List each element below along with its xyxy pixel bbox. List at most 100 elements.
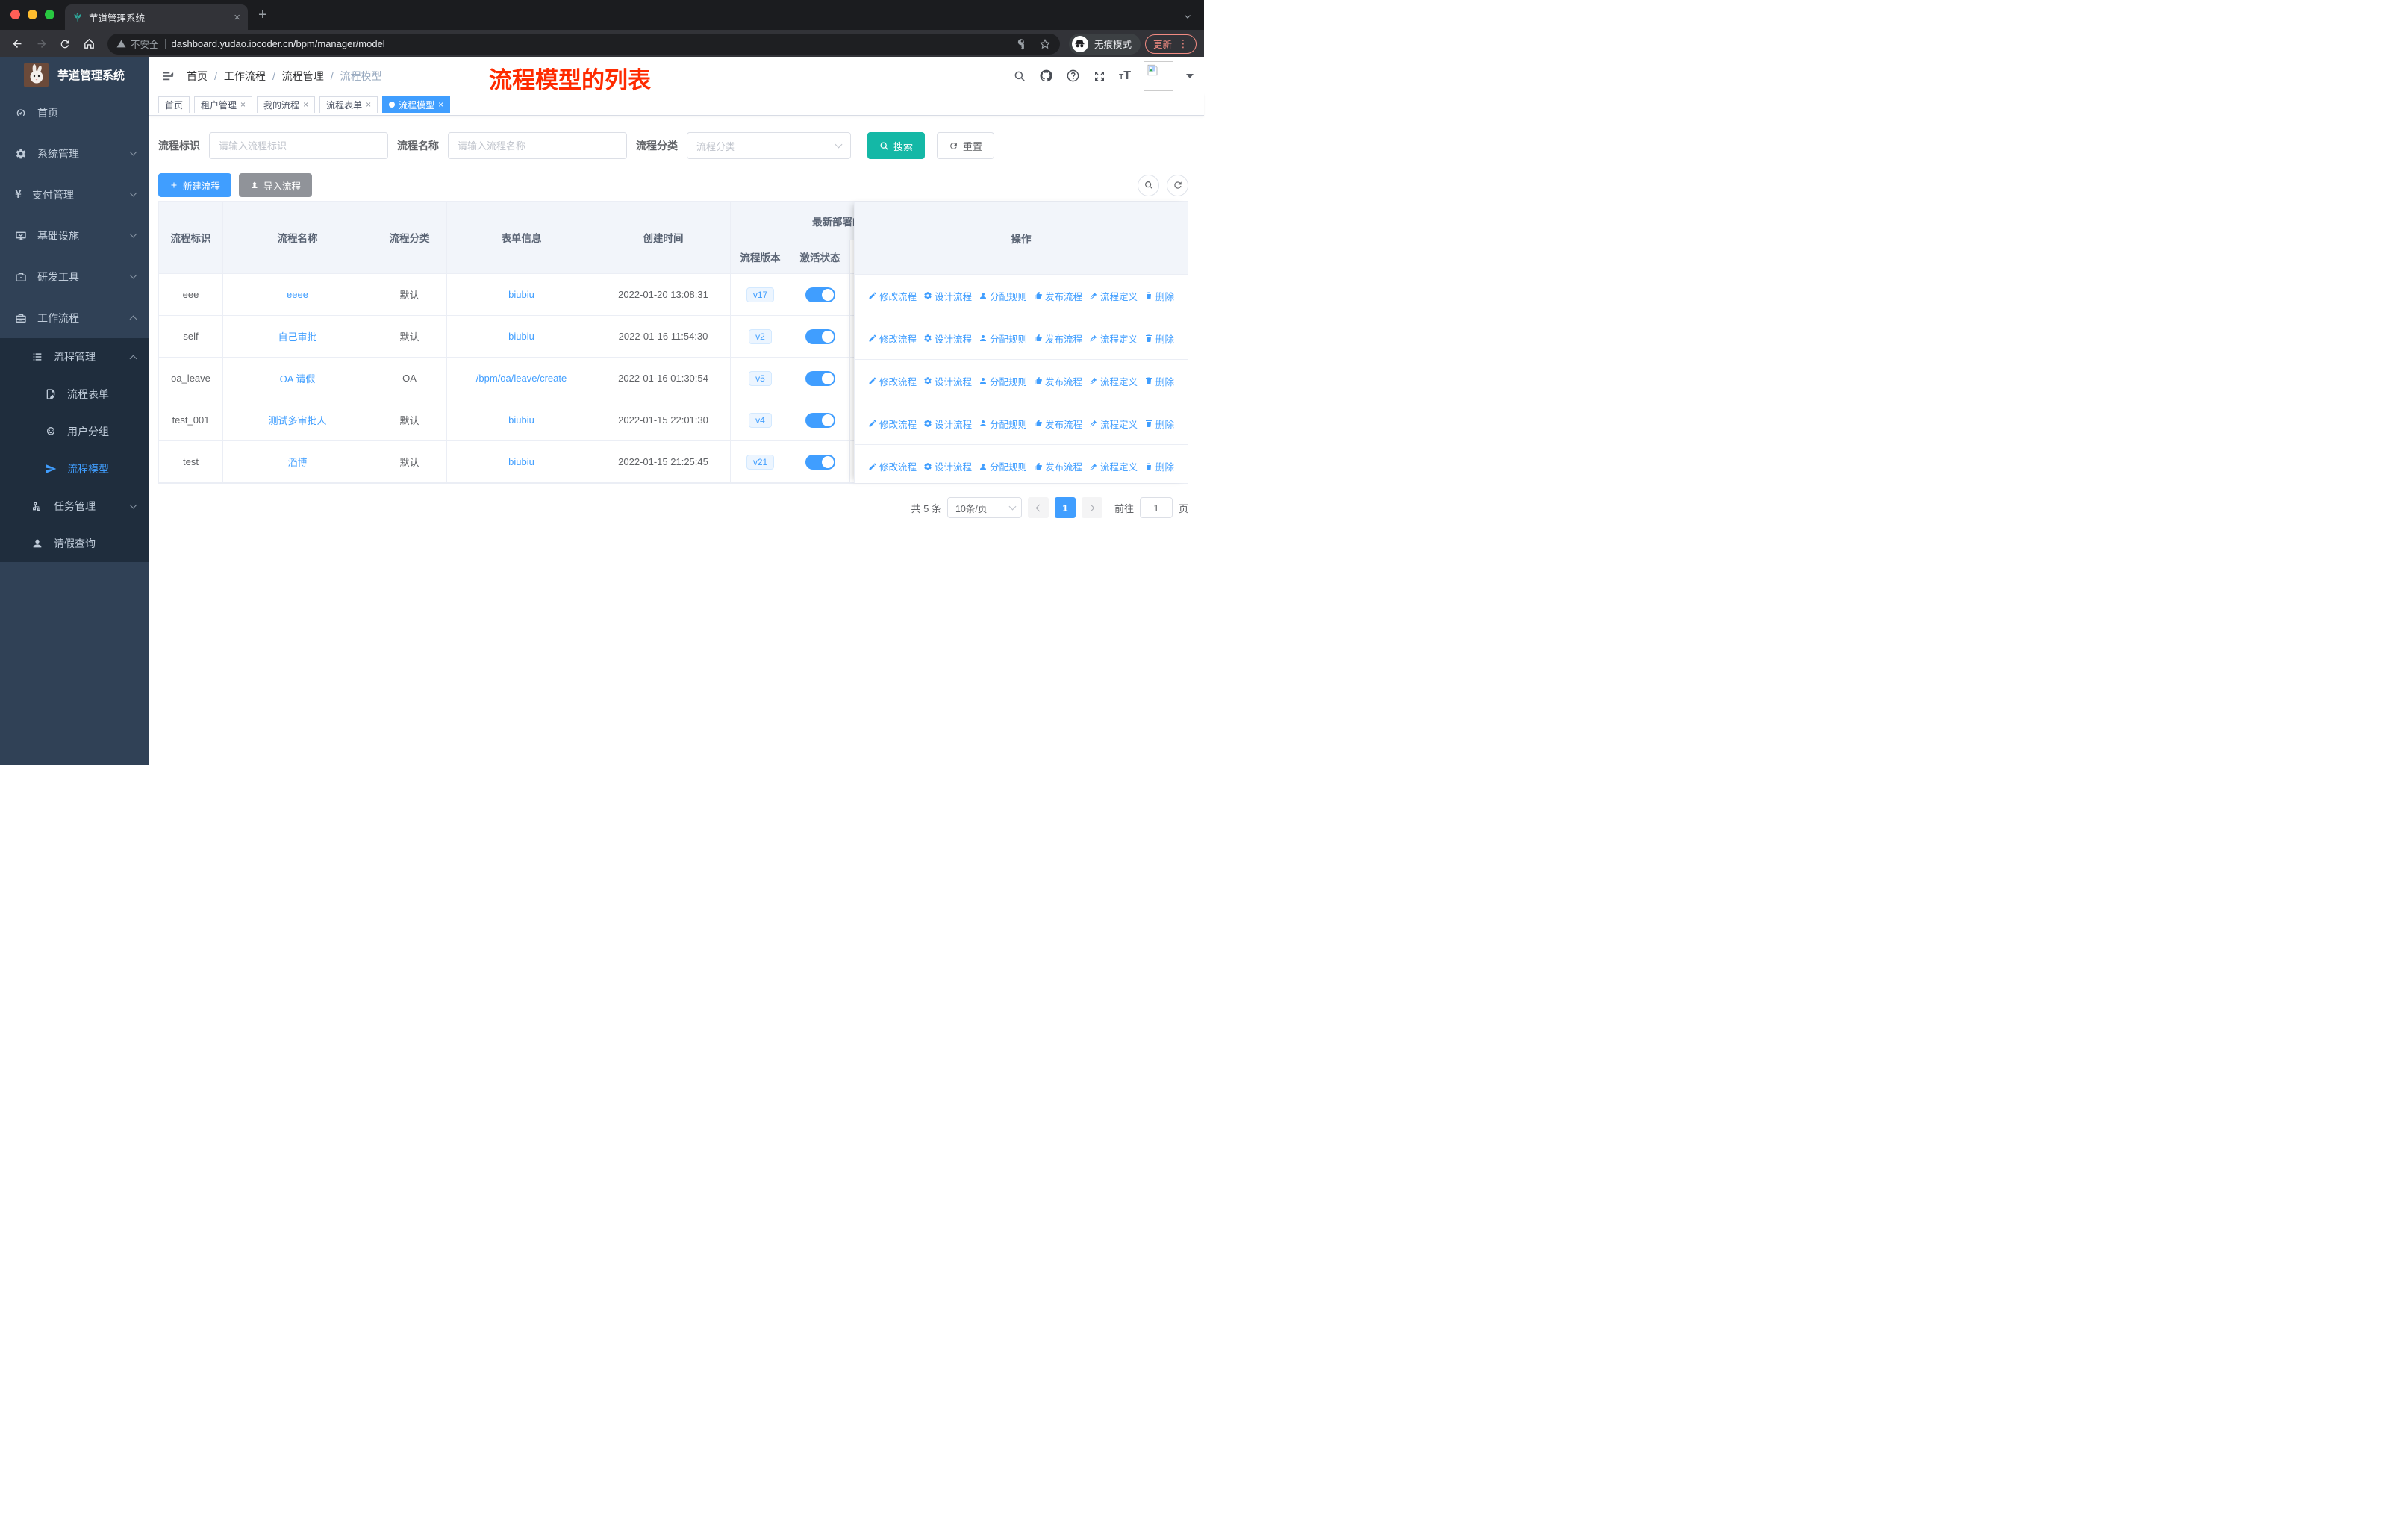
import-process-button[interactable]: 导入流程 bbox=[239, 173, 313, 197]
action-删除[interactable]: 删除 bbox=[1144, 459, 1174, 473]
action-设计流程[interactable]: 设计流程 bbox=[923, 417, 972, 431]
fullscreen-icon[interactable] bbox=[1093, 69, 1106, 83]
tag-close-icon[interactable]: × bbox=[366, 99, 371, 110]
sidebar-item-工作流程[interactable]: 工作流程 bbox=[0, 297, 149, 338]
back-icon[interactable] bbox=[7, 34, 27, 54]
close-window-button[interactable] bbox=[10, 10, 20, 19]
font-size-icon[interactable]: TT bbox=[1119, 69, 1131, 83]
active-toggle[interactable] bbox=[805, 370, 835, 386]
breadcrumb-workflow[interactable]: 工作流程 bbox=[224, 69, 266, 84]
help-icon[interactable] bbox=[1066, 69, 1080, 83]
github-icon[interactable] bbox=[1039, 69, 1053, 83]
action-分配规则[interactable]: 分配规则 bbox=[979, 289, 1027, 303]
active-toggle[interactable] bbox=[805, 412, 835, 428]
avatar-caret-icon[interactable] bbox=[1186, 73, 1194, 78]
version-badge[interactable]: v4 bbox=[749, 412, 772, 428]
filter-name-input[interactable] bbox=[458, 140, 617, 152]
search-button[interactable]: 搜索 bbox=[867, 132, 926, 159]
hide-search-button[interactable] bbox=[1138, 174, 1159, 196]
avatar[interactable] bbox=[1144, 60, 1173, 91]
goto-page-input[interactable] bbox=[1139, 497, 1173, 518]
action-删除[interactable]: 删除 bbox=[1144, 417, 1174, 431]
browser-menu-kebab-icon[interactable]: ⋮ bbox=[1178, 37, 1188, 50]
sidebar-item-流程表单[interactable]: 流程表单 bbox=[0, 376, 149, 413]
tag-close-icon[interactable]: × bbox=[438, 99, 443, 110]
tab-search-chevron-icon[interactable] bbox=[1183, 12, 1192, 21]
collapse-sidebar-icon[interactable] bbox=[155, 63, 181, 89]
tag-流程表单[interactable]: 流程表单 × bbox=[319, 96, 378, 113]
new-tab-button[interactable]: + bbox=[258, 7, 267, 24]
sidebar-item-支付管理[interactable]: ¥ 支付管理 bbox=[0, 174, 149, 215]
tag-我的流程[interactable]: 我的流程 × bbox=[257, 96, 316, 113]
sidebar-item-流程管理[interactable]: 流程管理 bbox=[0, 338, 149, 376]
refresh-button[interactable] bbox=[1167, 174, 1188, 196]
sidebar-item-流程模型[interactable]: 流程模型 bbox=[0, 450, 149, 488]
process-name-link[interactable]: eeee bbox=[287, 289, 308, 300]
sidebar-item-请假查询[interactable]: 请假查询 bbox=[0, 525, 149, 562]
action-修改流程[interactable]: 修改流程 bbox=[868, 459, 917, 473]
action-设计流程[interactable]: 设计流程 bbox=[923, 459, 972, 473]
home-icon[interactable] bbox=[79, 34, 99, 54]
version-badge[interactable]: v2 bbox=[749, 328, 772, 344]
action-修改流程[interactable]: 修改流程 bbox=[868, 417, 917, 431]
form-info-link[interactable]: biubiu bbox=[508, 414, 534, 426]
breadcrumb-process-manage[interactable]: 流程管理 bbox=[282, 69, 324, 84]
form-info-link[interactable]: /bpm/oa/leave/create bbox=[476, 373, 567, 384]
active-toggle[interactable] bbox=[805, 287, 835, 302]
sidebar-item-系统管理[interactable]: 系统管理 bbox=[0, 133, 149, 174]
tag-close-icon[interactable]: × bbox=[303, 99, 308, 110]
version-badge[interactable]: v5 bbox=[749, 370, 772, 386]
action-流程定义[interactable]: 流程定义 bbox=[1089, 289, 1138, 303]
active-toggle[interactable] bbox=[805, 328, 835, 344]
action-流程定义[interactable]: 流程定义 bbox=[1089, 374, 1138, 388]
active-toggle[interactable] bbox=[805, 454, 835, 470]
tag-租户管理[interactable]: 租户管理 × bbox=[194, 96, 253, 113]
action-修改流程[interactable]: 修改流程 bbox=[868, 331, 917, 346]
action-修改流程[interactable]: 修改流程 bbox=[868, 289, 917, 303]
action-分配规则[interactable]: 分配规则 bbox=[979, 417, 1027, 431]
action-分配规则[interactable]: 分配规则 bbox=[979, 331, 1027, 346]
app-logo[interactable]: 芋道管理系统 bbox=[0, 57, 149, 92]
sidebar-item-任务管理[interactable]: 任务管理 bbox=[0, 488, 149, 525]
page-size-select[interactable]: 10条/页 bbox=[946, 497, 1022, 518]
process-name-link[interactable]: 测试多审批人 bbox=[268, 415, 326, 426]
filter-key-input[interactable] bbox=[219, 140, 378, 152]
action-分配规则[interactable]: 分配规则 bbox=[979, 459, 1027, 473]
form-info-link[interactable]: biubiu bbox=[508, 456, 534, 467]
breadcrumb-home[interactable]: 首页 bbox=[187, 69, 208, 84]
action-修改流程[interactable]: 修改流程 bbox=[868, 374, 917, 388]
next-page-button[interactable] bbox=[1081, 497, 1102, 518]
action-分配规则[interactable]: 分配规则 bbox=[979, 374, 1027, 388]
page-number-1[interactable]: 1 bbox=[1054, 497, 1076, 518]
action-设计流程[interactable]: 设计流程 bbox=[923, 331, 972, 346]
search-icon[interactable] bbox=[1013, 69, 1026, 83]
version-badge[interactable]: v17 bbox=[746, 287, 775, 302]
action-发布流程[interactable]: 发布流程 bbox=[1034, 331, 1082, 346]
tag-close-icon[interactable]: × bbox=[240, 99, 246, 110]
action-删除[interactable]: 删除 bbox=[1144, 331, 1174, 346]
action-删除[interactable]: 删除 bbox=[1144, 289, 1174, 303]
form-info-link[interactable]: biubiu bbox=[508, 289, 534, 300]
sidebar-item-基础设施[interactable]: 基础设施 bbox=[0, 215, 149, 256]
action-删除[interactable]: 删除 bbox=[1144, 374, 1174, 388]
tag-流程模型[interactable]: 流程模型 × bbox=[382, 96, 451, 113]
tab-close-icon[interactable]: × bbox=[234, 12, 240, 23]
reset-button[interactable]: 重置 bbox=[937, 132, 995, 159]
prev-page-button[interactable] bbox=[1027, 497, 1049, 518]
minimize-window-button[interactable] bbox=[28, 10, 37, 19]
action-设计流程[interactable]: 设计流程 bbox=[923, 289, 972, 303]
action-发布流程[interactable]: 发布流程 bbox=[1034, 459, 1082, 473]
forward-icon[interactable] bbox=[31, 34, 51, 54]
zoom-window-button[interactable] bbox=[45, 10, 54, 19]
bookmark-star-icon[interactable] bbox=[1039, 38, 1051, 50]
version-badge[interactable]: v21 bbox=[746, 454, 775, 470]
sidebar-item-用户分组[interactable]: 用户分组 bbox=[0, 413, 149, 450]
process-name-link[interactable]: 自己审批 bbox=[278, 331, 316, 343]
process-name-link[interactable]: 滔博 bbox=[287, 457, 307, 468]
sidebar-item-首页[interactable]: 首页 bbox=[0, 92, 149, 133]
action-流程定义[interactable]: 流程定义 bbox=[1089, 331, 1138, 346]
password-key-icon[interactable] bbox=[1017, 38, 1029, 50]
action-发布流程[interactable]: 发布流程 bbox=[1034, 289, 1082, 303]
filter-category-select[interactable]: 流程分类 bbox=[687, 132, 851, 159]
action-发布流程[interactable]: 发布流程 bbox=[1034, 374, 1082, 388]
